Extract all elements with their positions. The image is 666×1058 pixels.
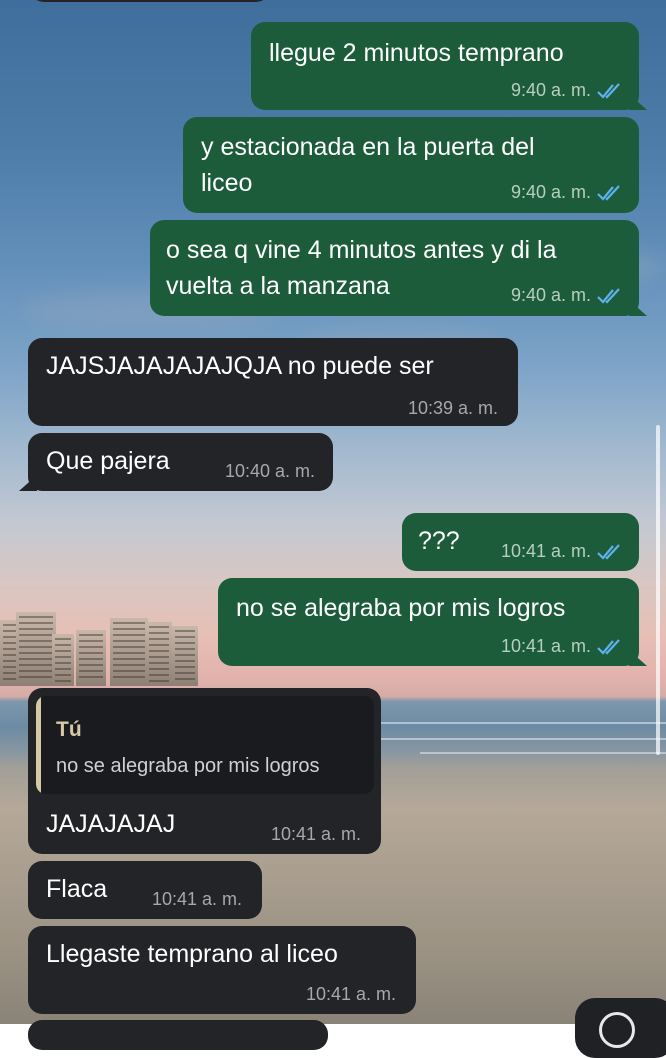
quote-accent-bar (36, 696, 41, 794)
quote-author: Tú (56, 718, 82, 741)
message-incoming[interactable]: Que pajera 10:40 a. m. (19, 433, 333, 491)
message-timestamp: 10:41 a. m. (501, 541, 623, 561)
message-outgoing[interactable]: ??? 10:41 a. m. (402, 513, 639, 571)
scrollbar[interactable] (656, 425, 660, 755)
message-text-line: liceo (201, 169, 253, 197)
message-text: ??? (418, 527, 460, 555)
message-incoming[interactable]: JAJSJAJAJAJAJQJA no puede ser 10:39 a. m… (28, 338, 518, 426)
message-outgoing[interactable]: o sea q vine 4 minutos antes y di la vue… (150, 220, 647, 316)
message-text: Flaca (46, 875, 108, 903)
message-text: Llegaste temprano al liceo (46, 940, 338, 968)
message-outgoing[interactable]: y estacionada en la puerta del liceo 9:4… (183, 117, 639, 213)
message-timestamp: 9:40 a. m. (511, 285, 623, 305)
message-text: JAJSJAJAJAJAJQJA no puede ser (46, 352, 434, 380)
message-text-line: vuelta a la manzana (166, 272, 390, 300)
message-text-line: y estacionada en la puerta del (201, 133, 535, 161)
message-text: no se alegraba por mis logros (236, 594, 566, 622)
message-timestamp: 10:41 a. m. (501, 636, 623, 656)
message-text: JAJAJAJAJ (46, 810, 176, 838)
message-outgoing[interactable]: llegue 2 minutos temprano 9:40 a. m. (251, 22, 647, 110)
message-text: Que pajera (46, 447, 170, 475)
message-outgoing[interactable]: no se alegraba por mis logros 10:41 a. m… (218, 578, 647, 666)
message-timestamp: 10:41 a. m. (305, 984, 396, 1004)
message-incoming[interactable]: Llegaste temprano al liceo 10:41 a. m. (28, 926, 416, 1014)
message-timestamp: 9:40 a. m. (511, 182, 623, 202)
double-check-read-icon (597, 544, 620, 560)
message-timestamp: 10:39 a. m. (407, 398, 498, 418)
message-incoming-reply[interactable]: Tú no se alegraba por mis logros JAJAJAJ… (28, 688, 381, 854)
scroll-down-button[interactable] (575, 998, 666, 1058)
message-text-line: o sea q vine 4 minutos antes y di la (166, 236, 557, 264)
double-check-read-icon (597, 185, 620, 201)
message-incoming[interactable]: Flaca 10:41 a. m. (28, 861, 262, 919)
message-timestamp: 10:40 a. m. (224, 461, 315, 481)
double-check-read-icon (597, 288, 620, 304)
quote-text: no se alegraba por mis logros (56, 755, 320, 777)
message-timestamp: 10:41 a. m. (151, 889, 242, 909)
double-check-read-icon (597, 83, 620, 99)
message-text: llegue 2 minutos temprano (269, 39, 564, 67)
message-timestamp: 9:40 a. m. (511, 80, 623, 100)
scroll-down-icon (599, 1012, 635, 1048)
quoted-message[interactable]: Tú no se alegraba por mis logros (36, 696, 374, 794)
previous-message-bubble[interactable] (30, 0, 270, 2)
next-message-bubble[interactable] (28, 1020, 328, 1050)
message-timestamp: 10:41 a. m. (270, 824, 361, 844)
double-check-read-icon (597, 639, 620, 655)
